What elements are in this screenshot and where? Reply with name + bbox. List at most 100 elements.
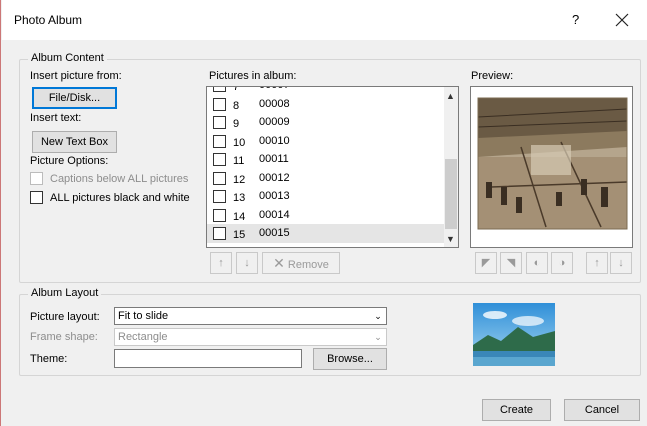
- remove-button[interactable]: ✕ Remove: [262, 252, 340, 274]
- insert-text-label: Insert text:: [30, 112, 82, 124]
- file-disk-label: File/Disk...: [48, 92, 101, 104]
- frame-shape-label: Frame shape:: [30, 331, 98, 343]
- preview-box: [470, 86, 633, 248]
- captions-below-label: Captions below ALL pictures: [50, 173, 189, 185]
- frame-shape-value: Rectangle: [118, 331, 168, 343]
- create-label: Create: [499, 404, 534, 416]
- picture-name: 00008: [259, 97, 290, 110]
- remove-x-icon: ✕: [273, 255, 285, 271]
- chevron-down-icon[interactable]: ⌄: [369, 308, 386, 324]
- picture-name: 00014: [259, 208, 290, 221]
- theme-input[interactable]: [114, 349, 302, 368]
- scroll-up-icon[interactable]: ▲: [446, 91, 455, 101]
- pictures-in-album-label: Pictures in album:: [209, 70, 297, 82]
- preview-image: [477, 97, 628, 230]
- rotate-left-button[interactable]: ◤: [475, 252, 497, 274]
- picture-number: 12: [233, 173, 246, 186]
- list-item[interactable]: 15 00015: [207, 224, 447, 243]
- list-item[interactable]: 7 00007: [207, 86, 447, 95]
- increase-contrast-button[interactable]: ◐: [526, 252, 548, 274]
- picture-number: 14: [233, 210, 246, 223]
- help-button[interactable]: ?: [572, 12, 579, 27]
- picture-name: 00011: [259, 153, 289, 165]
- picture-layout-value: Fit to slide: [118, 310, 169, 322]
- picture-checkbox[interactable]: [213, 171, 226, 185]
- title-bar: Photo Album ?: [2, 0, 647, 40]
- close-icon: [615, 13, 629, 27]
- picture-name: 00013: [259, 190, 290, 202]
- theme-label: Theme:: [30, 353, 68, 365]
- picture-checkbox[interactable]: [213, 87, 226, 92]
- picture-number: 13: [233, 192, 246, 204]
- picture-checkbox[interactable]: [213, 116, 226, 129]
- browse-label: Browse...: [327, 353, 373, 365]
- new-text-box-label: New Text Box: [40, 136, 109, 148]
- cancel-label: Cancel: [584, 404, 620, 416]
- scroll-down-icon[interactable]: ▼: [446, 234, 455, 244]
- contrast-icon: ◐: [533, 257, 541, 269]
- arrow-up-icon: ↑: [218, 257, 224, 269]
- file-disk-button[interactable]: File/Disk...: [32, 87, 117, 109]
- brightness-down-icon: ↓: [618, 257, 624, 269]
- scroll-thumb[interactable]: [445, 159, 457, 229]
- brightness-up-icon: ↑: [594, 257, 600, 269]
- picture-checkbox[interactable]: [213, 134, 226, 148]
- picture-checkbox[interactable]: [213, 153, 226, 166]
- captions-below-checkbox[interactable]: [30, 172, 43, 185]
- picture-number: 9: [233, 118, 240, 130]
- picture-layout-dropdown[interactable]: Fit to slide ⌄: [114, 307, 387, 325]
- album-content-legend: Album Content: [28, 52, 107, 64]
- decrease-contrast-button[interactable]: ◑: [551, 252, 573, 274]
- picture-number: 7: [233, 86, 240, 93]
- pictures-listbox[interactable]: 7000078000089000091000010110001112000121…: [206, 86, 459, 248]
- increase-brightness-button[interactable]: ↑: [586, 252, 608, 274]
- album-layout-legend: Album Layout: [28, 287, 102, 299]
- picture-name: 00009: [259, 116, 290, 128]
- rotate-left-icon: ◤: [481, 257, 491, 269]
- decrease-brightness-button[interactable]: ↓: [610, 252, 632, 274]
- frame-shape-dropdown[interactable]: Rectangle ⌄: [114, 328, 387, 346]
- rotate-right-button[interactable]: ◥: [500, 252, 522, 274]
- dialog-title: Photo Album: [14, 13, 83, 27]
- insert-picture-from-label: Insert picture from:: [30, 70, 122, 82]
- list-item[interactable]: 8 00008: [207, 95, 447, 114]
- remove-label: Remove: [287, 259, 329, 271]
- list-item[interactable]: 13 00013: [207, 187, 447, 206]
- picture-layout-label: Picture layout:: [30, 311, 100, 323]
- create-button[interactable]: Create: [482, 399, 551, 421]
- list-item[interactable]: 10 00010: [207, 132, 447, 151]
- new-text-box-button[interactable]: New Text Box: [32, 131, 117, 153]
- picture-name: 00015: [259, 227, 290, 239]
- pictures-list: 7000078000089000091000010110001112000121…: [207, 86, 447, 243]
- black-white-checkbox[interactable]: [30, 191, 43, 204]
- move-down-button[interactable]: ↓: [236, 252, 258, 274]
- picture-number: 11: [233, 155, 245, 167]
- contrast-down-icon: ◑: [558, 257, 566, 269]
- black-white-label: ALL pictures black and white: [50, 192, 190, 204]
- list-item[interactable]: 9 00009: [207, 113, 447, 132]
- list-item[interactable]: 12 00012: [207, 169, 447, 188]
- chevron-down-icon[interactable]: ⌄: [369, 329, 386, 345]
- picture-options-label: Picture Options:: [30, 155, 109, 167]
- picture-checkbox[interactable]: [213, 190, 226, 203]
- picture-checkbox[interactable]: [213, 97, 226, 111]
- arrow-down-icon: ↓: [244, 257, 250, 269]
- picture-number: 15: [233, 229, 246, 241]
- picture-number: 10: [233, 136, 246, 149]
- browse-button[interactable]: Browse...: [313, 348, 387, 370]
- move-up-button[interactable]: ↑: [210, 252, 232, 274]
- list-scrollbar[interactable]: ▲ ▼: [444, 87, 458, 247]
- picture-checkbox[interactable]: [213, 208, 226, 222]
- list-item[interactable]: 14 00014: [207, 206, 447, 225]
- list-item[interactable]: 11 00011: [207, 150, 447, 169]
- rotate-right-icon: ◥: [506, 257, 516, 269]
- close-button[interactable]: [610, 8, 634, 32]
- photo-album-dialog: Photo Album ? Album Content Insert pictu…: [0, 0, 647, 426]
- picture-checkbox[interactable]: [213, 227, 226, 240]
- preview-label: Preview:: [471, 70, 514, 82]
- picture-name: 00007: [259, 87, 290, 91]
- picture-name: 00012: [259, 171, 290, 184]
- picture-name: 00010: [259, 134, 290, 147]
- cancel-button[interactable]: Cancel: [564, 399, 640, 421]
- landscape-thumbnail: [473, 303, 555, 366]
